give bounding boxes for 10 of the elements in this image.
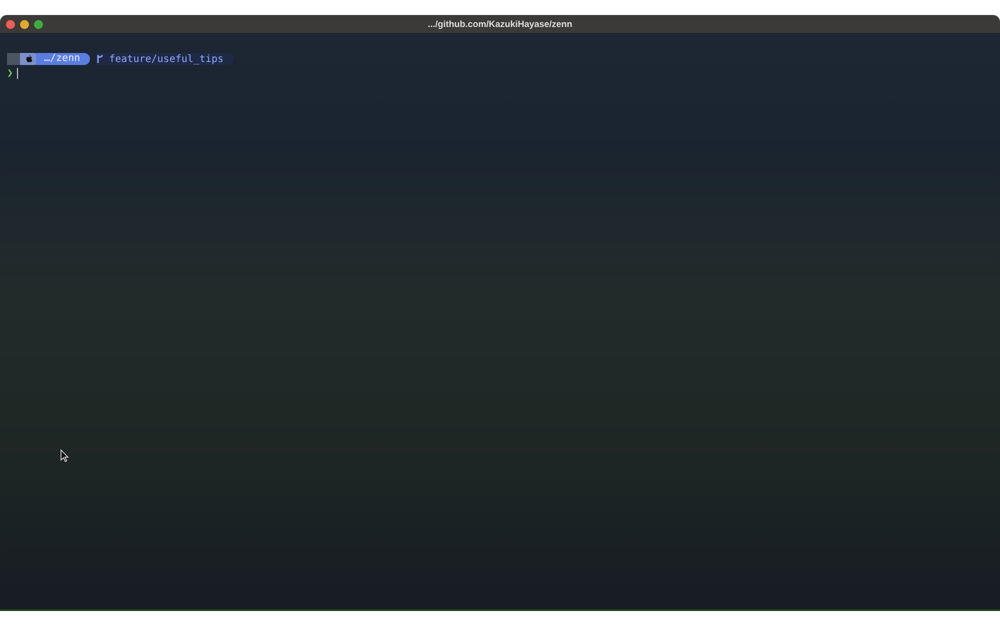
branch-icon: [96, 54, 104, 64]
close-button[interactable]: [6, 20, 15, 28]
branch-name: feature/useful_tips: [109, 54, 224, 64]
zoom-button[interactable]: [34, 20, 43, 28]
prompt-char: ❯: [7, 68, 14, 78]
path-segment: …/zenn: [36, 53, 90, 65]
window-title: .../github.com/KazukiHayase/zenn: [428, 19, 572, 29]
text-cursor: [17, 68, 18, 78]
mouse-pointer-icon: [60, 449, 69, 462]
minimize-button[interactable]: [20, 20, 29, 28]
